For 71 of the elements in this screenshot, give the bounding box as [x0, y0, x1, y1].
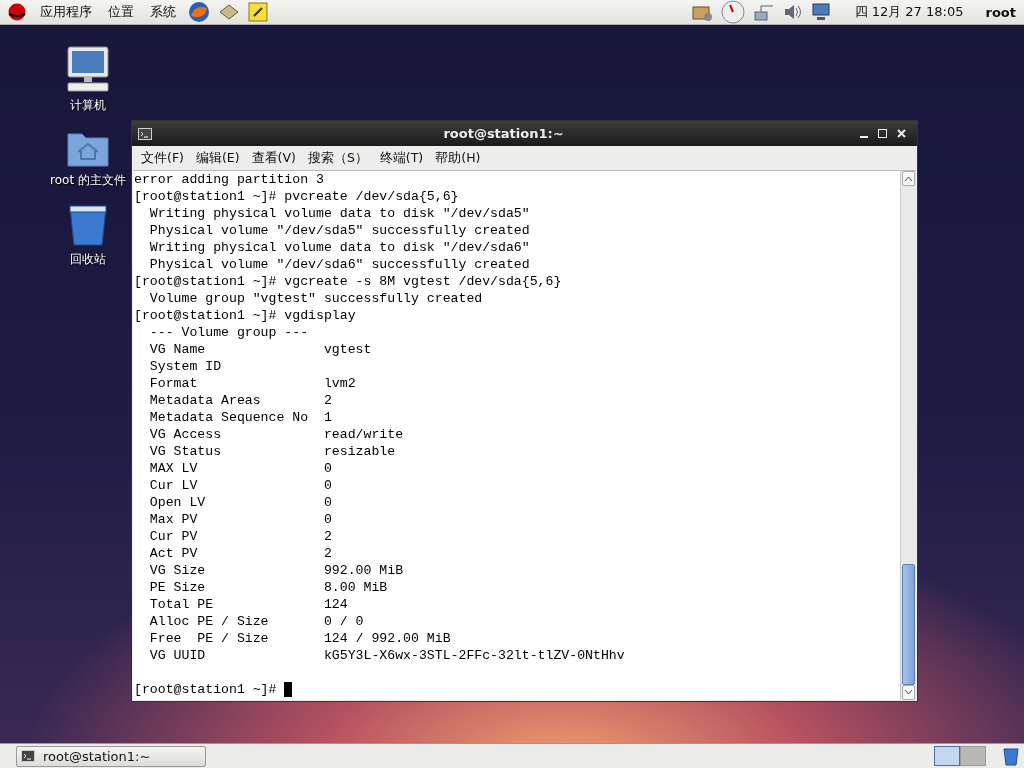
window-title: root@station1:~ [442, 126, 565, 141]
terminal-line: Max PV 0 [148, 511, 333, 528]
terminal-line: Format lvm2 [148, 375, 357, 392]
hat-logo-icon[interactable] [6, 3, 28, 21]
terminal-line: VG Size 992.00 MiB [148, 562, 405, 579]
workspace-switcher[interactable] [960, 746, 986, 766]
minimize-icon [860, 135, 868, 138]
clock[interactable]: 四 12月 27 18:05 [854, 3, 964, 21]
terminal-line: Physical volume "/dev/sda5" successfully created [148, 222, 531, 239]
close-icon [897, 129, 906, 138]
terminal-line: Writing physical volume data to disk "/dev/sda5" [148, 205, 531, 222]
computer-icon [64, 45, 112, 93]
user-name[interactable]: root [985, 4, 1016, 20]
menu-item[interactable]: 编辑(E) [189, 149, 246, 167]
menu-item[interactable]: 文件(F) [135, 149, 190, 167]
browser-icon[interactable] [188, 1, 210, 23]
terminal-line: Act PV 2 [148, 545, 333, 562]
terminal-line: Free PE / Size 124 / 992.00 MiB [148, 630, 452, 647]
terminal-line: [root@station1 ~]# vgdisplay [134, 307, 357, 324]
terminal-line: Writing physical volume data to disk "/dev/sda6" [148, 239, 531, 256]
maximize-icon [878, 129, 887, 138]
terminal-line: [root@station1 ~]# pvcreate /dev/sda{5,6} [134, 188, 460, 205]
terminal-line: MAX LV 0 [148, 460, 333, 477]
terminal-line: Volume group "vgtest" successfully created [148, 290, 484, 307]
monitor-icon[interactable] [810, 2, 833, 22]
terminal-line: error adding partition 3 [134, 171, 325, 188]
workspace-switcher[interactable] [934, 746, 960, 766]
speaker-icon[interactable] [782, 2, 803, 22]
note-icon[interactable] [248, 2, 268, 22]
trash-icon [66, 203, 110, 247]
terminal-line: [root@station1 ~]# vgcreate -s 8M vgtest /dev/sda{5,6} [134, 273, 563, 290]
panel-menu[interactable]: 应用程序 [36, 3, 96, 21]
trash-icon[interactable] [1002, 746, 1020, 766]
terminal-line: --- Volume group --- [148, 324, 310, 341]
terminal-line: System ID [148, 358, 223, 375]
terminal-icon [138, 127, 152, 140]
network-icon[interactable] [752, 2, 775, 22]
terminal-line: Alloc PE / Size 0 / 0 [148, 613, 365, 630]
notebook-icon[interactable] [218, 2, 240, 22]
scrollbar-thumb[interactable] [902, 564, 915, 685]
scrollbar[interactable] [900, 171, 916, 700]
terminal-line: Open LV 0 [148, 494, 333, 511]
scroll-down-button[interactable] [902, 685, 915, 700]
terminal-line: Total PE 124 [148, 596, 349, 613]
menu-item[interactable]: 搜索（S） [301, 149, 374, 167]
terminal-line: Metadata Areas 2 [148, 392, 333, 409]
text-cursor [284, 682, 293, 697]
desktop-icon-label[interactable]: 计算机 [70, 97, 106, 114]
terminal-line: VG UUID kG5Y3L-X6wx-3STL-2FFc-32lt-tlZV-0NtHhv [148, 647, 626, 664]
taskbar-button[interactable]: root@station1:~ [16, 745, 206, 767]
terminal-line: VG Name vgtest [148, 341, 373, 358]
terminal-line: PE Size 8.00 MiB [148, 579, 389, 596]
panel-menu[interactable]: 系统 [146, 3, 180, 21]
desktop-icon-label[interactable]: 回收站 [70, 251, 106, 268]
terminal-icon [21, 750, 35, 762]
menu-item[interactable]: 帮助(H) [429, 149, 487, 167]
menu-item[interactable]: 查看(V) [245, 149, 302, 167]
caret-down-icon [905, 690, 912, 695]
terminal-line: VG Status resizable [148, 443, 397, 460]
terminal-line: Metadata Sequence No 1 [148, 409, 333, 426]
desktop-icon-label[interactable]: root 的主文件 [50, 172, 126, 189]
terminal-line: VG Access read/write [148, 426, 405, 443]
terminal-prompt: [root@station1 ~]# [134, 681, 278, 698]
caret-up-icon [905, 176, 912, 181]
terminal-line: Cur LV 0 [148, 477, 333, 494]
terminal-line: Cur PV 2 [148, 528, 333, 545]
panel-menu[interactable]: 位置 [104, 3, 138, 21]
scroll-up-button[interactable] [902, 171, 915, 186]
menu-item[interactable]: 终端(T) [373, 149, 430, 167]
gauge-icon[interactable] [720, 0, 745, 24]
terminal-line: Physical volume "/dev/sda6" successfully created [148, 256, 531, 273]
